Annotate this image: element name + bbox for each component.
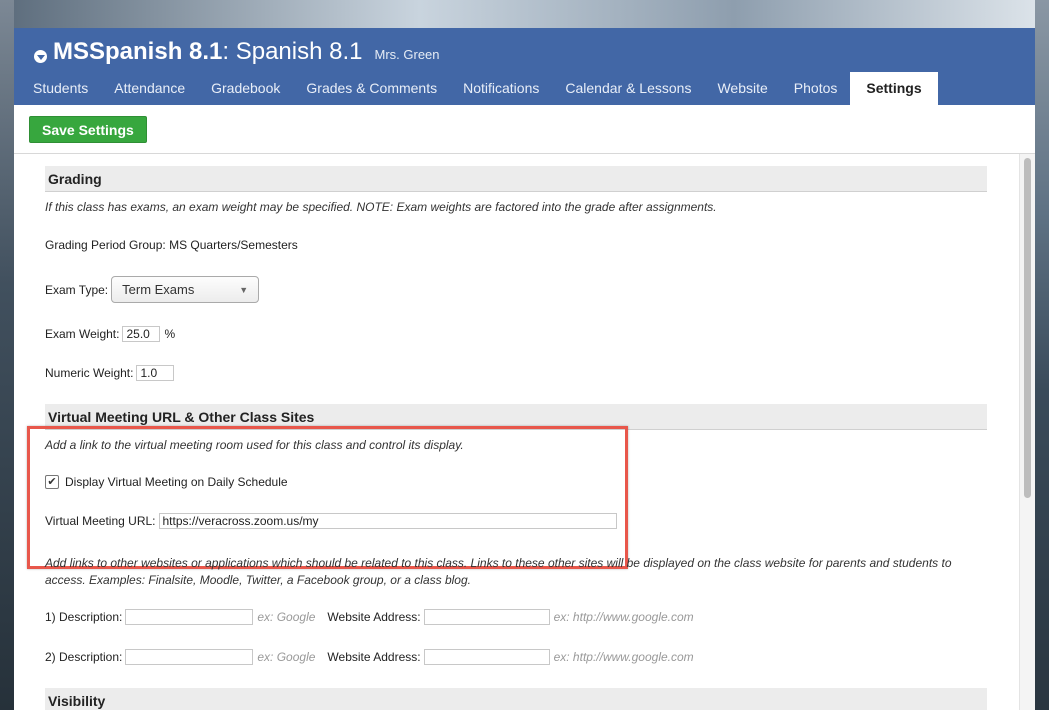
site-1-description-hint: ex: Google [257,610,316,624]
background-sky [0,0,1049,28]
class-settings-window: MSSpanish 8.1 : Spanish 8.1 Mrs. Green S… [14,28,1035,710]
grading-note: If this class has exams, an exam weight … [45,200,717,214]
site-2-address-label: Website Address: [327,650,421,664]
background-right [1035,0,1049,710]
class-header: MSSpanish 8.1 : Spanish 8.1 Mrs. Green S… [14,28,1035,105]
exam-type-label: Exam Type: [45,282,109,297]
site-1-address-input[interactable] [423,609,550,625]
class-code: MSSpanish 8.1 [53,38,223,65]
exam-type-value: Term Exams [122,282,195,297]
chevron-down-icon: ▼ [239,284,249,295]
site-1-address-hint: ex: http://www.google.com [553,610,694,624]
site-1-address-label: Website Address: [327,610,421,624]
other-sites-note: Add links to other websites or applicati… [45,556,952,587]
class-title: MSSpanish 8.1 : Spanish 8.1 Mrs. Green [34,38,440,68]
exam-type-select[interactable]: Term Exams ▼ [111,276,260,303]
class-tabs: Students Attendance Gradebook Grades & C… [20,72,938,105]
tab-gradebook[interactable]: Gradebook [198,72,293,105]
highlight-box [27,426,628,569]
other-site-row-2: 2) Description: ex: Google Website Addre… [45,649,694,665]
exam-weight-field: Exam Weight: % [45,326,175,342]
class-name: : Spanish 8.1 [222,38,363,65]
tab-photos[interactable]: Photos [781,72,851,105]
exam-weight-unit: % [164,327,176,341]
exam-weight-input[interactable] [122,326,161,342]
site-2-description-label: 2) Description: [45,650,123,664]
teacher-name: Mrs. Green [374,47,440,62]
grading-period-group-text: Grading Period Group: MS Quarters/Semest… [45,238,298,252]
site-2-description-hint: ex: Google [257,650,316,664]
toolbar: Save Settings [14,105,1035,154]
numeric-weight-input[interactable] [136,365,175,381]
content-scrollbar[interactable] [1019,154,1035,710]
site-2-address-hint: ex: http://www.google.com [553,650,694,664]
grading-period-group: Grading Period Group: MS Quarters/Semest… [45,238,298,252]
background-left [0,0,14,710]
tab-grades-comments[interactable]: Grades & Comments [293,72,450,105]
exam-weight-label: Exam Weight: [45,327,120,341]
site-1-description-input[interactable] [125,609,254,625]
exam-type-field: Exam Type: Term Exams ▼ [45,276,260,303]
grading-section-title: Grading [45,166,987,192]
tab-settings[interactable]: Settings [850,72,938,105]
tab-notifications[interactable]: Notifications [450,72,552,105]
scrollbar-thumb[interactable] [1024,158,1031,498]
tab-website[interactable]: Website [704,72,780,105]
numeric-weight-label: Numeric Weight: [45,366,134,380]
visibility-section-title: Visibility [45,688,987,710]
tab-calendar-lessons[interactable]: Calendar & Lessons [552,72,704,105]
site-2-address-input[interactable] [423,649,550,665]
numeric-weight-field: Numeric Weight: [45,365,175,381]
other-site-row-1: 1) Description: ex: Google Website Addre… [45,609,694,625]
site-1-description-label: 1) Description: [45,610,123,624]
site-2-description-input[interactable] [125,649,254,665]
save-settings-button[interactable]: Save Settings [29,116,147,143]
tab-attendance[interactable]: Attendance [101,72,198,105]
tab-students[interactable]: Students [20,72,101,105]
settings-content: Grading If this class has exams, an exam… [14,154,1020,710]
class-menu-icon[interactable] [34,50,47,63]
